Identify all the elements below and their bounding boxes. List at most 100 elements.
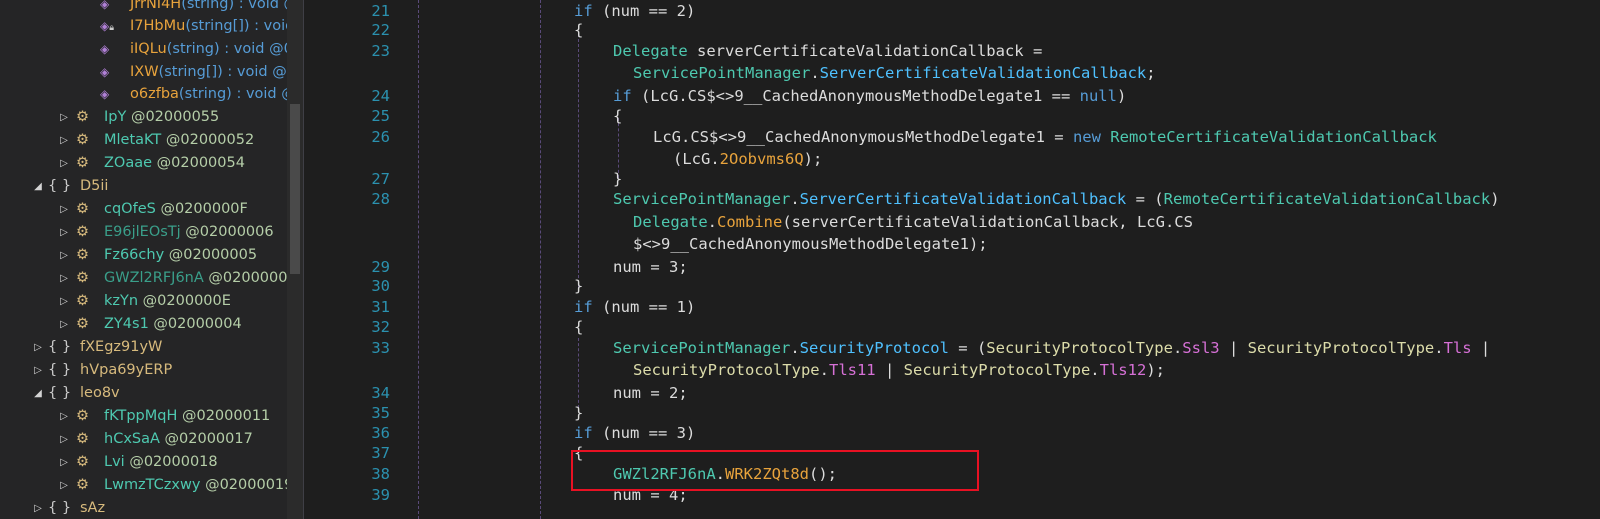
- class-token: @02000017: [164, 431, 253, 447]
- enum-member: Tls12: [1099, 361, 1147, 379]
- method-signature: (string[]) : void @0: [158, 64, 287, 80]
- keyword: if: [574, 2, 593, 20]
- line-number: 23: [371, 42, 390, 60]
- line-number: 22: [371, 21, 390, 39]
- panel-splitter[interactable]: [303, 0, 341, 519]
- method-signature: (string) : void @0: [166, 41, 287, 57]
- tree-scrollbar[interactable]: [287, 0, 303, 519]
- property-name: ServerCertificateValidationCallback: [819, 64, 1147, 82]
- class-icon: ⚙: [76, 201, 89, 217]
- expand-arrow-icon[interactable]: ▷: [32, 359, 44, 382]
- class-token: @02000018: [129, 454, 218, 470]
- class-icon: ⚙: [76, 408, 89, 424]
- class-icon: ⚙: [76, 431, 89, 447]
- class-name: GWZl2RFJ6nA: [104, 270, 204, 286]
- class-token: @02000004: [153, 316, 242, 332]
- class-token: @02000052: [165, 132, 255, 148]
- expand-arrow-icon[interactable]: ▷: [58, 405, 70, 428]
- expand-arrow-icon[interactable]: ▷: [58, 198, 70, 221]
- namespace-icon: { }: [48, 500, 72, 516]
- class-icon: ⚙: [76, 270, 89, 286]
- code-line: {: [574, 444, 584, 462]
- scrollbar-thumb[interactable]: [290, 104, 300, 274]
- namespace-name: fXEgz91yW: [80, 339, 163, 355]
- type-name: SecurityProtocolType: [633, 361, 820, 379]
- collapse-arrow-icon[interactable]: ◢: [32, 175, 44, 198]
- code-line: Delegate.Combine(serverCertificateValida…: [633, 213, 1193, 231]
- expand-arrow-icon[interactable]: ▷: [58, 451, 70, 474]
- class-name: ZOaae: [104, 155, 153, 171]
- class-name: Fz66chy: [104, 247, 165, 263]
- expand-arrow-icon[interactable]: ▷: [58, 474, 70, 497]
- code-line: {: [574, 318, 584, 336]
- class-name: Lvi: [104, 454, 125, 470]
- expand-arrow-icon[interactable]: ▷: [32, 497, 44, 519]
- expand-arrow-icon[interactable]: ▷: [58, 313, 70, 336]
- method-name: Combine: [717, 213, 783, 231]
- class-name: fKTppMqH: [104, 408, 178, 424]
- method-signature: (string) : void @0: [181, 0, 287, 12]
- expand-arrow-icon[interactable]: ▷: [58, 129, 70, 152]
- class-icon: ⚙: [76, 109, 89, 125]
- private-method-icon: ◈🔒︎: [100, 19, 115, 33]
- expand-arrow-icon[interactable]: ▷: [32, 336, 44, 359]
- line-number: 30: [371, 277, 390, 295]
- class-icon: ⚙: [76, 224, 89, 240]
- line-number: 28: [371, 190, 390, 208]
- class-token: @0200000F: [160, 201, 248, 217]
- code-line: num = 4;: [613, 486, 688, 504]
- expand-arrow-icon[interactable]: ▷: [58, 152, 70, 175]
- type-name: RemoteCertificateValidationCallback: [1163, 190, 1491, 208]
- namespace-icon: { }: [48, 339, 72, 355]
- code-line: ServicePointManager.SecurityProtocol = (…: [613, 339, 1491, 357]
- method-name: WRK2ZQt8d: [725, 465, 809, 483]
- keyword: if: [613, 87, 632, 105]
- identifier: serverCertificateValidationCallback: [791, 213, 1119, 231]
- class-name: kzYn: [104, 293, 139, 309]
- expand-arrow-icon[interactable]: ▷: [58, 267, 70, 290]
- type-name: SecurityProtocolType: [903, 361, 1091, 379]
- class-token: @02000055: [130, 109, 220, 125]
- code-line: num = 2;: [613, 384, 688, 402]
- code-line: if (LcG.CS$<>9__CachedAnonymousMethodDel…: [613, 87, 1127, 105]
- class-token: @0200000: [208, 270, 287, 286]
- code-line: Delegate serverCertificateValidationCall…: [613, 42, 1043, 60]
- lock-icon: 🔒︎: [109, 23, 115, 33]
- type-name: SecurityProtocolType: [986, 339, 1173, 357]
- namespace-icon: { }: [48, 362, 72, 378]
- collapse-arrow-icon[interactable]: ◢: [32, 382, 44, 405]
- class-icon: ⚙: [76, 316, 89, 332]
- line-number: 26: [371, 128, 390, 146]
- class-name: LwmzTCzxwy: [104, 477, 201, 493]
- assembly-tree[interactable]: ◈ JrrNI4H(string) : void @0 ◈🔒︎ I7HbMu(s…: [0, 0, 287, 519]
- namespace-name: D5ii: [80, 178, 109, 194]
- code-line: LcG.CS$<>9__CachedAnonymousMethodDelegat…: [653, 128, 1437, 146]
- keyword: if: [574, 298, 593, 316]
- type-name: Delegate: [613, 42, 688, 60]
- code-line: if (num == 3): [574, 424, 696, 442]
- method-name: 2Oobvms6Q: [719, 150, 804, 168]
- namespace-icon: { }: [48, 178, 72, 194]
- expand-arrow-icon[interactable]: ▷: [58, 290, 70, 313]
- expand-arrow-icon[interactable]: ▷: [58, 106, 70, 129]
- class-name: cqOfeS: [104, 201, 156, 217]
- code-editor[interactable]: 21 22 23 24 25 26 27 28 29 30 31 32 33 3…: [340, 0, 1600, 519]
- code-line: ServicePointManager.ServerCertificateVal…: [613, 190, 1500, 208]
- expand-arrow-icon[interactable]: ▷: [58, 428, 70, 451]
- code-line: SecurityProtocolType.Tls11 | SecurityPro…: [633, 361, 1165, 379]
- namespace-name: sAz: [80, 500, 106, 516]
- enum-member: Tls11: [828, 361, 876, 379]
- keyword: if: [574, 424, 593, 442]
- method-icon: ◈: [100, 87, 110, 101]
- indent-guide: [578, 338, 579, 408]
- code-line: {: [613, 107, 623, 125]
- property-name: ServerCertificateValidationCallback: [799, 190, 1127, 208]
- method-name: JrrNI4H: [130, 0, 182, 12]
- expand-arrow-icon[interactable]: ▷: [58, 221, 70, 244]
- expand-arrow-icon[interactable]: ▷: [58, 244, 70, 267]
- method-icon: ◈: [100, 65, 110, 79]
- line-number: 37: [371, 444, 390, 462]
- type-name: Delegate: [633, 213, 708, 231]
- method-name: I7HbMu: [130, 18, 186, 34]
- type-name: ServicePointManager: [613, 339, 791, 357]
